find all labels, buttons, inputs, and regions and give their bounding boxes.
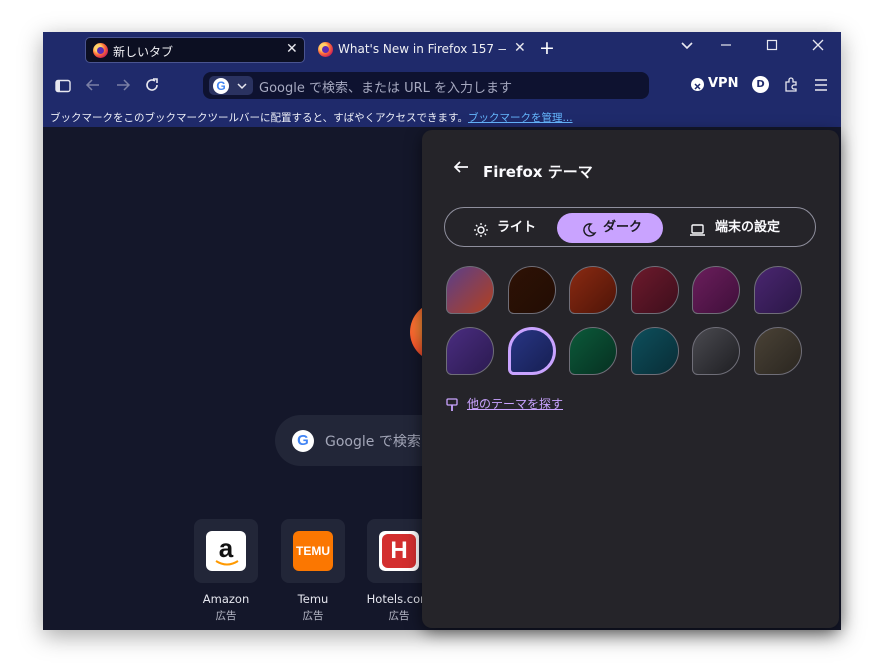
firefox-icon [93,43,108,58]
theme-mode-switcher: ライト ダーク 端末の設定 [444,207,816,247]
firefox-icon [318,42,333,57]
chevron-down-icon [236,78,248,97]
theme-swatch[interactable] [692,327,740,375]
account-avatar[interactable]: D [752,76,769,93]
mode-system-label: 端末の設定 [715,220,781,235]
tile-label-temu: Temu [297,592,329,606]
reload-icon[interactable] [144,77,160,97]
top-site-tile-temu[interactable]: TEMU [281,519,345,583]
back-arrow-icon[interactable] [452,158,470,181]
google-icon: G [213,78,229,94]
chevron-down-icon[interactable] [680,38,694,56]
theme-panel: Firefox テーマ ライト ダーク 端末の設定 他のテーマを探す [422,130,839,628]
close-window-icon[interactable] [811,38,825,56]
close-tab-icon[interactable]: ✕ [286,41,298,57]
menu-icon[interactable] [813,77,829,96]
top-site-tile-amazon[interactable]: a [194,519,258,583]
mode-system-button[interactable]: 端末の設定 [673,213,813,243]
url-bar[interactable]: G Google で検索、または URL を入力します [203,72,649,99]
mode-dark-button[interactable]: ダーク [557,213,663,243]
url-placeholder: Google で検索、または URL を入力します [259,81,513,96]
tile-sponsored-amazon: 広告 [215,610,237,622]
maximize-icon[interactable] [765,38,779,56]
vpn-button[interactable]: VPN [708,76,738,91]
theme-swatch[interactable] [507,266,556,314]
minimize-icon[interactable] [719,38,733,56]
tile-sponsored-temu: 広告 [302,610,324,622]
theme-swatch[interactable] [753,266,802,314]
search-engine-button[interactable]: G [209,76,253,95]
hotels-icon: H [379,531,419,571]
vpn-icon [691,78,704,91]
google-icon: G [292,430,314,452]
nav-toolbar: G Google で検索、または URL を入力します VPN D [43,67,841,107]
panel-title: Firefox テーマ [483,163,593,181]
theme-swatch[interactable] [569,266,617,314]
back-icon[interactable] [85,77,101,97]
mode-dark-label: ダーク [603,220,643,235]
sidebar-toggle-icon[interactable] [55,78,71,97]
theme-swatch[interactable] [569,327,617,375]
tab-new-tab[interactable]: 新しいタブ ✕ [85,37,305,63]
close-tab-icon[interactable]: ✕ [514,40,526,56]
search-placeholder: Google で検索 [325,434,421,450]
tab-title: 新しいタブ [113,45,174,59]
theme-swatch[interactable] [507,327,556,375]
tile-label-amazon: Amazon [202,592,250,606]
manage-bookmarks-link[interactable]: ブックマークを管理... [468,112,573,124]
theme-swatch[interactable] [692,266,740,314]
more-themes-link[interactable]: 他のテーマを探す [467,395,563,412]
tab-bar: 新しいタブ ✕ What's New in Firefox 157 — Fir … [43,32,841,67]
forward-icon[interactable] [115,77,131,97]
bookmarks-message: ブックマークをこのブックマークツールバーに配置すると、すばやくアクセスできます。… [50,112,573,124]
amazon-icon: a [206,531,246,571]
theme-swatch[interactable] [446,266,494,314]
sun-icon [473,220,489,250]
tab-whats-new[interactable]: What's New in Firefox 157 — Fir ✕ [311,37,533,63]
mode-light-label: ライト [497,220,537,235]
moon-icon [581,220,597,250]
theme-swatch[interactable] [630,327,679,375]
temu-icon: TEMU [293,531,333,571]
paintbrush-icon [446,397,458,411]
extensions-icon[interactable] [783,76,799,97]
theme-swatch[interactable] [753,327,802,375]
theme-swatch[interactable] [630,266,679,314]
sidebar-tab-strip [43,32,81,67]
mode-light-button[interactable]: ライト [457,213,557,243]
new-tab-icon[interactable]: + [539,38,555,58]
tab-title: What's New in Firefox 157 — Fir [338,42,506,56]
laptop-icon [689,220,706,250]
theme-swatch[interactable] [446,327,494,375]
bookmarks-toolbar: ブックマークをこのブックマークツールバーに配置すると、すばやくアクセスできます。… [43,107,841,127]
